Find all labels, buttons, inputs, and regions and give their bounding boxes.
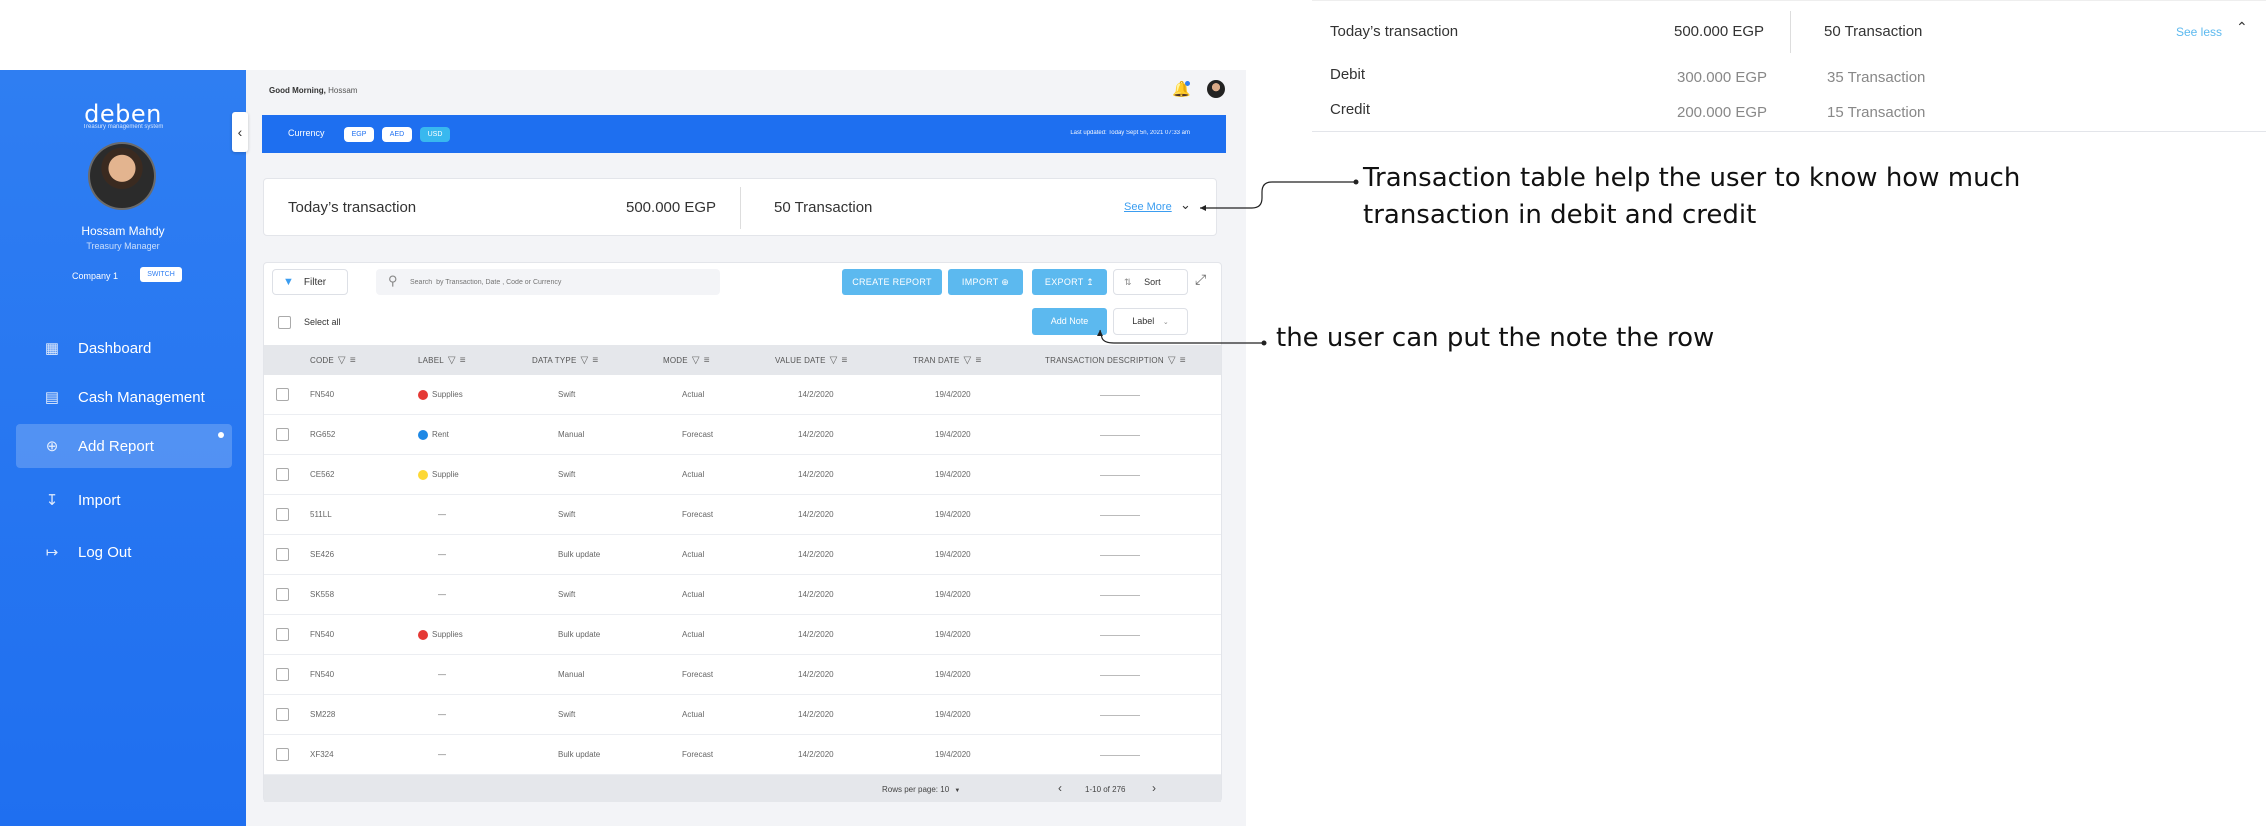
annotation-arrows — [1097, 179, 1359, 346]
arrow-see-more — [1200, 181, 1356, 209]
screen: deben Treasury management system Hossam … — [0, 0, 2266, 826]
arrow-dot — [1353, 179, 1359, 185]
arrowhead — [1200, 205, 1206, 211]
arrowhead — [1097, 330, 1103, 336]
arrow-dot — [1261, 340, 1267, 346]
arrow-add-note — [1099, 329, 1264, 344]
